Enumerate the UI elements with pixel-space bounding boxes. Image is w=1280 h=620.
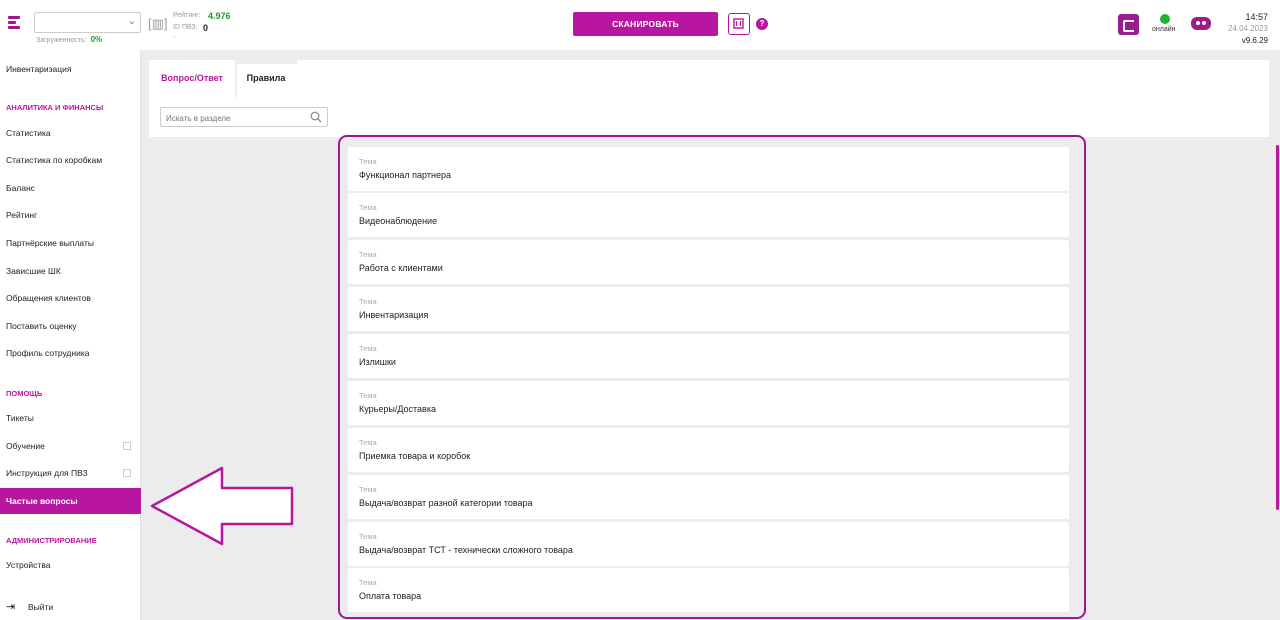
page-scrollbar[interactable] <box>1276 145 1279 510</box>
online-label: онлайн <box>1152 26 1176 33</box>
pointer-arrow-icon <box>150 466 294 546</box>
topic-title: Работа с клиентами <box>359 263 443 273</box>
sidebar-item-stuck-barcodes[interactable]: Зависшие ШК <box>0 258 141 284</box>
pvz-id-label: ID ПВЗ: <box>173 24 198 31</box>
pvz-extra: - <box>173 34 176 41</box>
rating-label: Рейтинг: <box>173 12 201 19</box>
topic-title: Курьеры/Доставка <box>359 404 436 414</box>
barcode-icon: [▥] <box>148 16 168 31</box>
list-item[interactable]: Тема Приемка товара и коробок <box>348 428 1069 472</box>
pvz-id-value: 0 <box>203 23 209 33</box>
workload-indicator: Загруженность: 0% <box>36 35 102 44</box>
topic-title: Выдача/возврат ТСТ - технически сложного… <box>359 545 573 555</box>
pvz-select[interactable]: ⌄ <box>34 12 141 33</box>
search-input[interactable] <box>161 109 301 128</box>
topic-label: Тема <box>359 344 377 353</box>
topic-label: Тема <box>359 157 377 166</box>
sidebar-item-client-requests[interactable]: Обращения клиентов <box>0 285 141 311</box>
chevron-down-icon: ⌄ <box>127 16 136 27</box>
sidebar-item-balance[interactable]: Баланс <box>0 175 141 201</box>
list-item[interactable]: Тема Видеонаблюдение <box>348 193 1069 237</box>
sidebar: Инвентаризация АНАЛИТИКА И ФИНАНСЫ Стати… <box>0 50 141 620</box>
top-header: ⌄ Загруженность: 0% [▥] Рейтинг: 4.976 ID… <box>0 0 1280 50</box>
sidebar-item-label: Обучение <box>6 441 45 451</box>
topic-title: Выдача/возврат разной категории товара <box>359 498 533 508</box>
logout-icon[interactable]: ⇥ <box>6 600 15 613</box>
list-item[interactable]: Тема Курьеры/Доставка <box>348 381 1069 425</box>
topic-label: Тема <box>359 391 377 400</box>
clock-time: 14:57 <box>1245 12 1268 22</box>
sidebar-item-rating[interactable]: Рейтинг <box>0 202 141 228</box>
list-item[interactable]: Тема Оплата товара <box>348 568 1069 612</box>
sidebar-item-rate[interactable]: Поставить оценку <box>0 313 141 339</box>
sidebar-item-statistics[interactable]: Статистика <box>0 120 141 146</box>
list-item[interactable]: Тема Выдача/возврат ТСТ - технически слож… <box>348 522 1069 566</box>
tab-qa[interactable]: Вопрос/Ответ <box>149 60 235 97</box>
scan-button[interactable]: СКАНИРОВАТЬ <box>573 12 718 36</box>
topic-label: Тема <box>359 578 377 587</box>
tab-rules[interactable]: Правила <box>235 60 297 97</box>
topic-label: Тема <box>359 203 377 212</box>
list-item[interactable]: Тема Выдача/возврат разной категории това… <box>348 475 1069 519</box>
wallet-icon[interactable] <box>1118 14 1139 35</box>
topic-label: Тема <box>359 485 377 494</box>
workload-label: Загруженность: <box>36 37 87 44</box>
search-icon[interactable] <box>310 111 322 123</box>
list-item[interactable]: Тема Функционал партнера <box>348 147 1069 191</box>
topic-label: Тема <box>359 250 377 259</box>
sidebar-item-box-statistics[interactable]: Статистика по коробкам <box>0 147 141 173</box>
chat-bot-icon[interactable] <box>1191 17 1211 30</box>
topic-title: Функционал партнера <box>359 170 451 180</box>
list-item[interactable]: Тема Инвентаризация <box>348 287 1069 331</box>
sidebar-item-label: Инструкция для ПВЗ <box>6 468 88 478</box>
logout-button[interactable]: Выйти <box>28 602 53 612</box>
topic-label: Тема <box>359 532 377 541</box>
section-search[interactable] <box>160 107 328 128</box>
tab-rules-label: Правила <box>246 73 286 83</box>
sidebar-item-training[interactable]: Обучение <box>0 433 141 459</box>
rating-value: 4.976 <box>208 11 231 21</box>
sidebar-item-tickets[interactable]: Тикеты <box>0 405 141 431</box>
topic-title: Излишки <box>359 357 396 367</box>
qr-scan-icon[interactable] <box>728 13 750 35</box>
main-content: Вопрос/Ответ Правила Тема Функционал парт… <box>141 50 1280 620</box>
external-link-icon <box>123 442 131 450</box>
topic-title: Инвентаризация <box>359 310 429 320</box>
topic-title: Оплата товара <box>359 591 422 601</box>
sidebar-item-pvz-instruction[interactable]: Инструкция для ПВЗ <box>0 460 141 486</box>
clock-date: 24.04.2023 <box>1227 24 1268 33</box>
sidebar-item-inventory[interactable]: Инвентаризация <box>0 56 141 82</box>
sidebar-section-analytics: АНАЛИТИКА И ФИНАНСЫ <box>6 103 104 112</box>
topic-label: Тема <box>359 438 377 447</box>
sidebar-item-employee-profile[interactable]: Профиль сотрудника <box>0 340 141 366</box>
sidebar-section-help: ПОМОЩЬ <box>6 389 43 398</box>
app-version: v9.6.29 <box>1241 36 1268 45</box>
external-link-icon <box>123 469 131 477</box>
workload-value: 0% <box>90 35 103 44</box>
topic-label: Тема <box>359 297 377 306</box>
list-item[interactable]: Тема Излишки <box>348 334 1069 378</box>
online-status-icon <box>1160 14 1170 24</box>
topic-title: Приемка товара и коробок <box>359 451 471 461</box>
sidebar-item-devices[interactable]: Устройства <box>0 552 141 578</box>
sidebar-section-admin: АДМИНИСТРИРОВАНИЕ <box>6 536 97 545</box>
help-icon[interactable]: ? <box>756 18 768 30</box>
menu-logo-icon[interactable] <box>8 15 24 31</box>
faq-header-card: Вопрос/Ответ Правила <box>149 60 1269 137</box>
list-item[interactable]: Тема Работа с клиентами <box>348 240 1069 284</box>
sidebar-item-partner-payouts[interactable]: Партнёрские выплаты <box>0 230 141 256</box>
sidebar-item-faq[interactable]: Частые вопросы <box>0 488 141 514</box>
topic-title: Видеонаблюдение <box>359 216 438 226</box>
